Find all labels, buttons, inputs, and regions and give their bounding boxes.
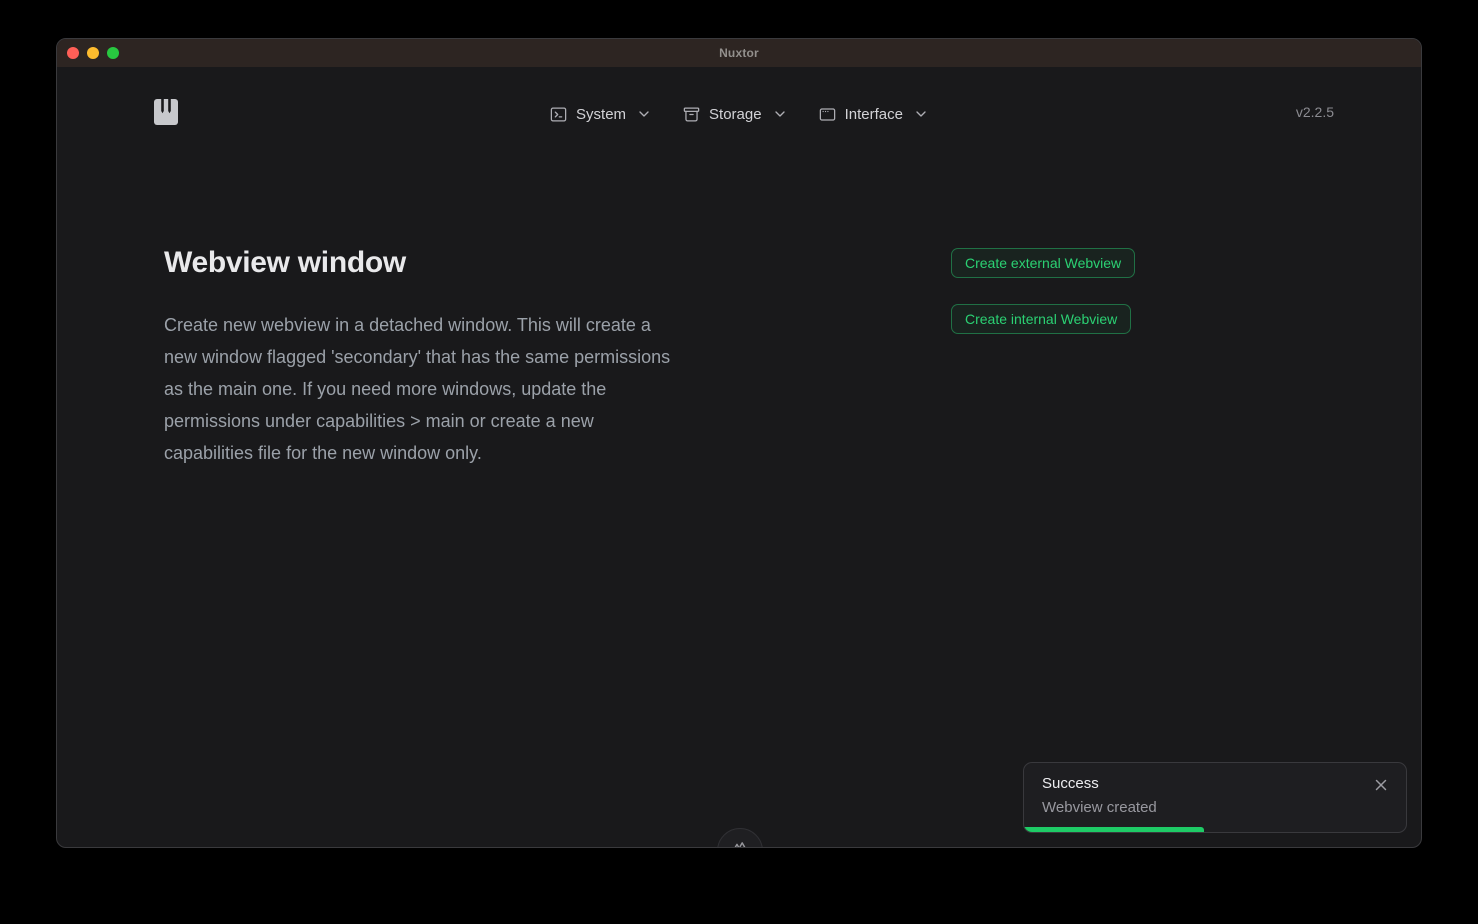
terminal-icon [549,105,568,124]
nav-menu-interface[interactable]: Interface [818,105,929,124]
archive-icon [682,105,701,124]
toast-progress [1024,827,1204,832]
toast-notification: Success Webview created [1023,762,1407,833]
bottom-badge[interactable] [717,828,763,848]
create-external-webview-button[interactable]: Create external Webview [951,248,1135,278]
app-version: v2.2.5 [1296,104,1334,120]
toast-title: Success [1042,775,1099,792]
nav-menu-storage[interactable]: Storage [682,105,788,124]
app-window-icon [818,105,837,124]
chevron-down-icon [636,106,652,122]
nav-menu-label: Storage [709,106,762,123]
nav-menu-label: Interface [845,106,903,123]
webview-actions: Create external Webview Create internal … [951,248,1135,334]
nuxt-logo-icon [729,835,751,848]
page-description: Create new webview in a detached window.… [164,309,680,469]
create-internal-webview-button[interactable]: Create internal Webview [951,304,1131,334]
titlebar: Nuxtor [57,39,1421,67]
chevron-down-icon [772,106,788,122]
close-icon[interactable] [1372,776,1390,794]
main-nav: System Storage [57,99,1421,129]
chevron-down-icon [913,106,929,122]
page-title: Webview window [164,246,406,280]
window-title: Nuxtor [57,46,1421,60]
nav-menu-system[interactable]: System [549,105,652,124]
toast-message: Webview created [1042,799,1157,816]
nav-menu-label: System [576,106,626,123]
app-window: Nuxtor System [56,38,1422,848]
